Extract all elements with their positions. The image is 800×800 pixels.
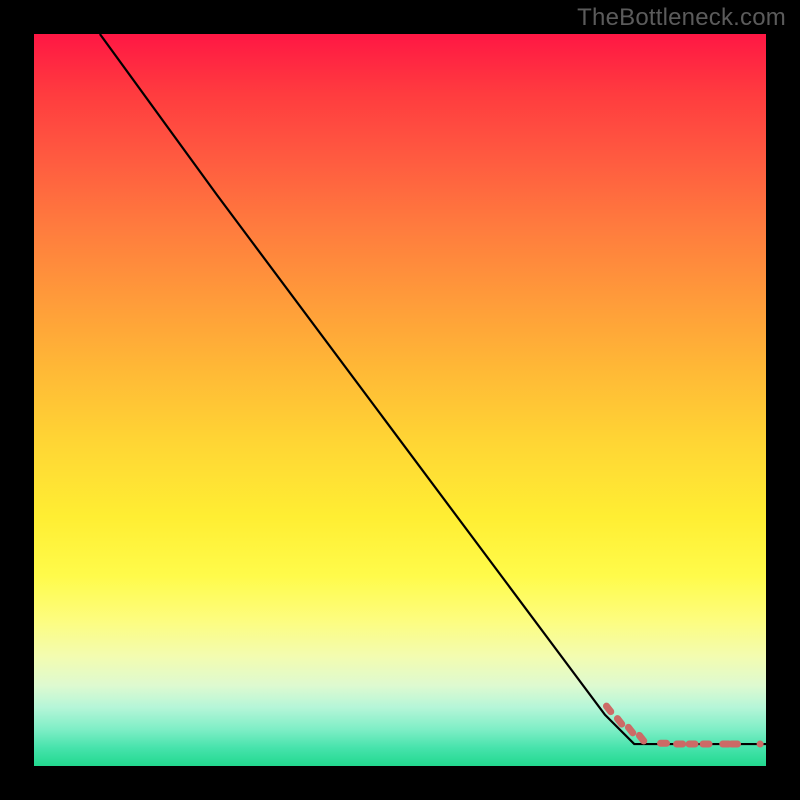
dotted-tail-dash: [673, 741, 686, 748]
dotted-tail-dash: [757, 741, 764, 748]
plot-area: [34, 34, 766, 766]
dotted-tail-dash: [728, 741, 741, 748]
dotted-tail-dash: [699, 741, 712, 748]
chart-svg: [34, 34, 766, 766]
dotted-tail-dash: [657, 740, 670, 747]
dotted-tail-dash: [686, 741, 699, 748]
dotted-tail-dash: [613, 714, 627, 729]
dotted-tail-group: [602, 701, 764, 747]
main-curve-path: [100, 34, 766, 744]
watermark-text: TheBottleneck.com: [577, 4, 786, 32]
chart-frame: TheBottleneck.com: [0, 0, 800, 800]
